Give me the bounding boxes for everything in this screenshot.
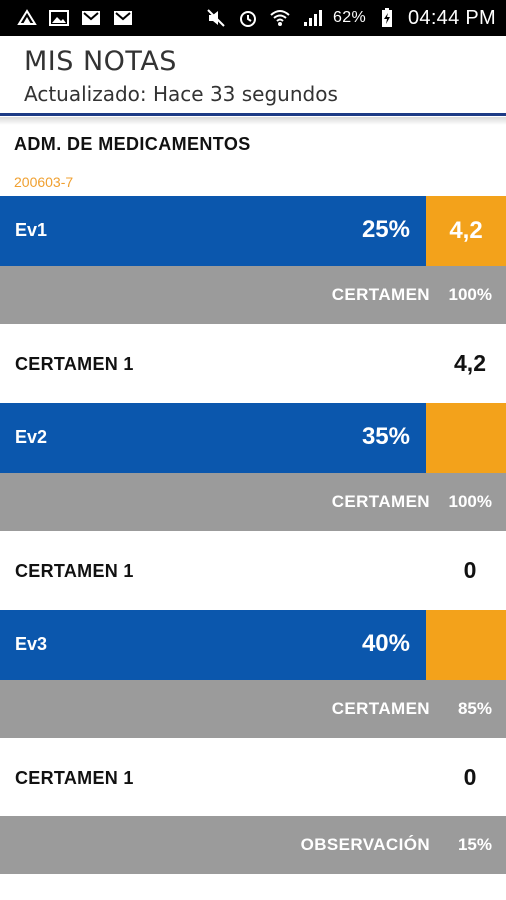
evaluation-row-ev1[interactable]: Ev1 25% 4,2 xyxy=(0,196,506,266)
evaluation-type-label: CERTAMEN xyxy=(331,285,430,304)
observation-weight: 15% xyxy=(457,835,492,854)
evaluation-bar: Ev3 40% xyxy=(0,610,426,680)
grade-item-row: CERTAMEN 1 0 xyxy=(0,531,506,611)
status-bar-left xyxy=(16,7,134,29)
app-header: MIS NOTAS Actualizado: Hace 33 segundos xyxy=(0,36,506,116)
grade-item-name: CERTAMEN 1 xyxy=(15,561,134,581)
evaluation-weight: 25% xyxy=(361,216,410,243)
course-name: ADM. DE MEDICAMENTOS xyxy=(14,134,251,154)
evaluation-bar: Ev2 35% xyxy=(0,403,426,473)
battery-icon xyxy=(376,7,398,29)
evaluation-type-weight: 100% xyxy=(448,285,492,304)
evaluation-type-label: CERTAMEN xyxy=(331,492,430,511)
image-icon xyxy=(48,7,70,29)
gmail-icon xyxy=(112,7,134,29)
evaluation-name: Ev2 xyxy=(15,427,48,447)
evaluation-type-row: CERTAMEN 100% xyxy=(0,266,506,324)
grade-item-name: CERTAMEN 1 xyxy=(15,354,134,374)
evaluation-type-label: CERTAMEN xyxy=(331,699,430,718)
evaluation-row-ev3[interactable]: Ev3 40% xyxy=(0,610,506,680)
evaluation-type-row: CERTAMEN 85% xyxy=(0,680,506,738)
evaluation-weight: 35% xyxy=(361,423,410,450)
course-code: 200603-7 xyxy=(14,174,74,190)
signal-icon xyxy=(301,7,323,29)
page-title: MIS NOTAS xyxy=(24,46,177,77)
status-bar: 62% 04:44 PM xyxy=(0,0,506,36)
observation-label: OBSERVACIÓN xyxy=(300,835,430,854)
evaluation-type-row: CERTAMEN 100% xyxy=(0,473,506,531)
alarm-icon xyxy=(237,7,259,29)
grade-item-value: 4,2 xyxy=(454,350,486,376)
last-updated-text: Actualizado: Hace 33 segundos xyxy=(24,82,338,106)
clock: 04:44 PM xyxy=(407,6,496,29)
recycle-icon xyxy=(16,7,38,29)
evaluation-name: Ev3 xyxy=(15,634,48,654)
evaluation-grade: 4,2 xyxy=(426,196,506,266)
observation-type-row: OBSERVACIÓN 15% xyxy=(0,816,506,874)
grade-item-name: CERTAMEN 1 xyxy=(15,768,134,788)
header-shadow xyxy=(0,117,506,125)
evaluation-bar: Ev1 25% xyxy=(0,196,426,266)
battery-percentage: 62% xyxy=(333,9,366,26)
status-bar-right: 62% 04:44 PM xyxy=(205,7,496,30)
grade-item-value: 0 xyxy=(463,557,477,583)
evaluation-type-weight: 85% xyxy=(457,699,492,718)
mute-icon xyxy=(205,7,227,29)
grade-item-row: CERTAMEN 1 4,2 xyxy=(0,324,506,404)
evaluation-row-ev2[interactable]: Ev2 35% xyxy=(0,403,506,473)
grade-item-row: CERTAMEN 1 0 xyxy=(0,738,506,818)
evaluation-grade xyxy=(426,610,506,680)
evaluation-grade xyxy=(426,403,506,473)
evaluation-name: Ev1 xyxy=(15,220,48,240)
evaluation-type-weight: 100% xyxy=(448,492,492,511)
gmail-icon xyxy=(80,7,102,29)
grade-item-value: 0 xyxy=(463,764,477,790)
evaluation-weight: 40% xyxy=(361,630,410,657)
wifi-icon xyxy=(269,7,291,29)
